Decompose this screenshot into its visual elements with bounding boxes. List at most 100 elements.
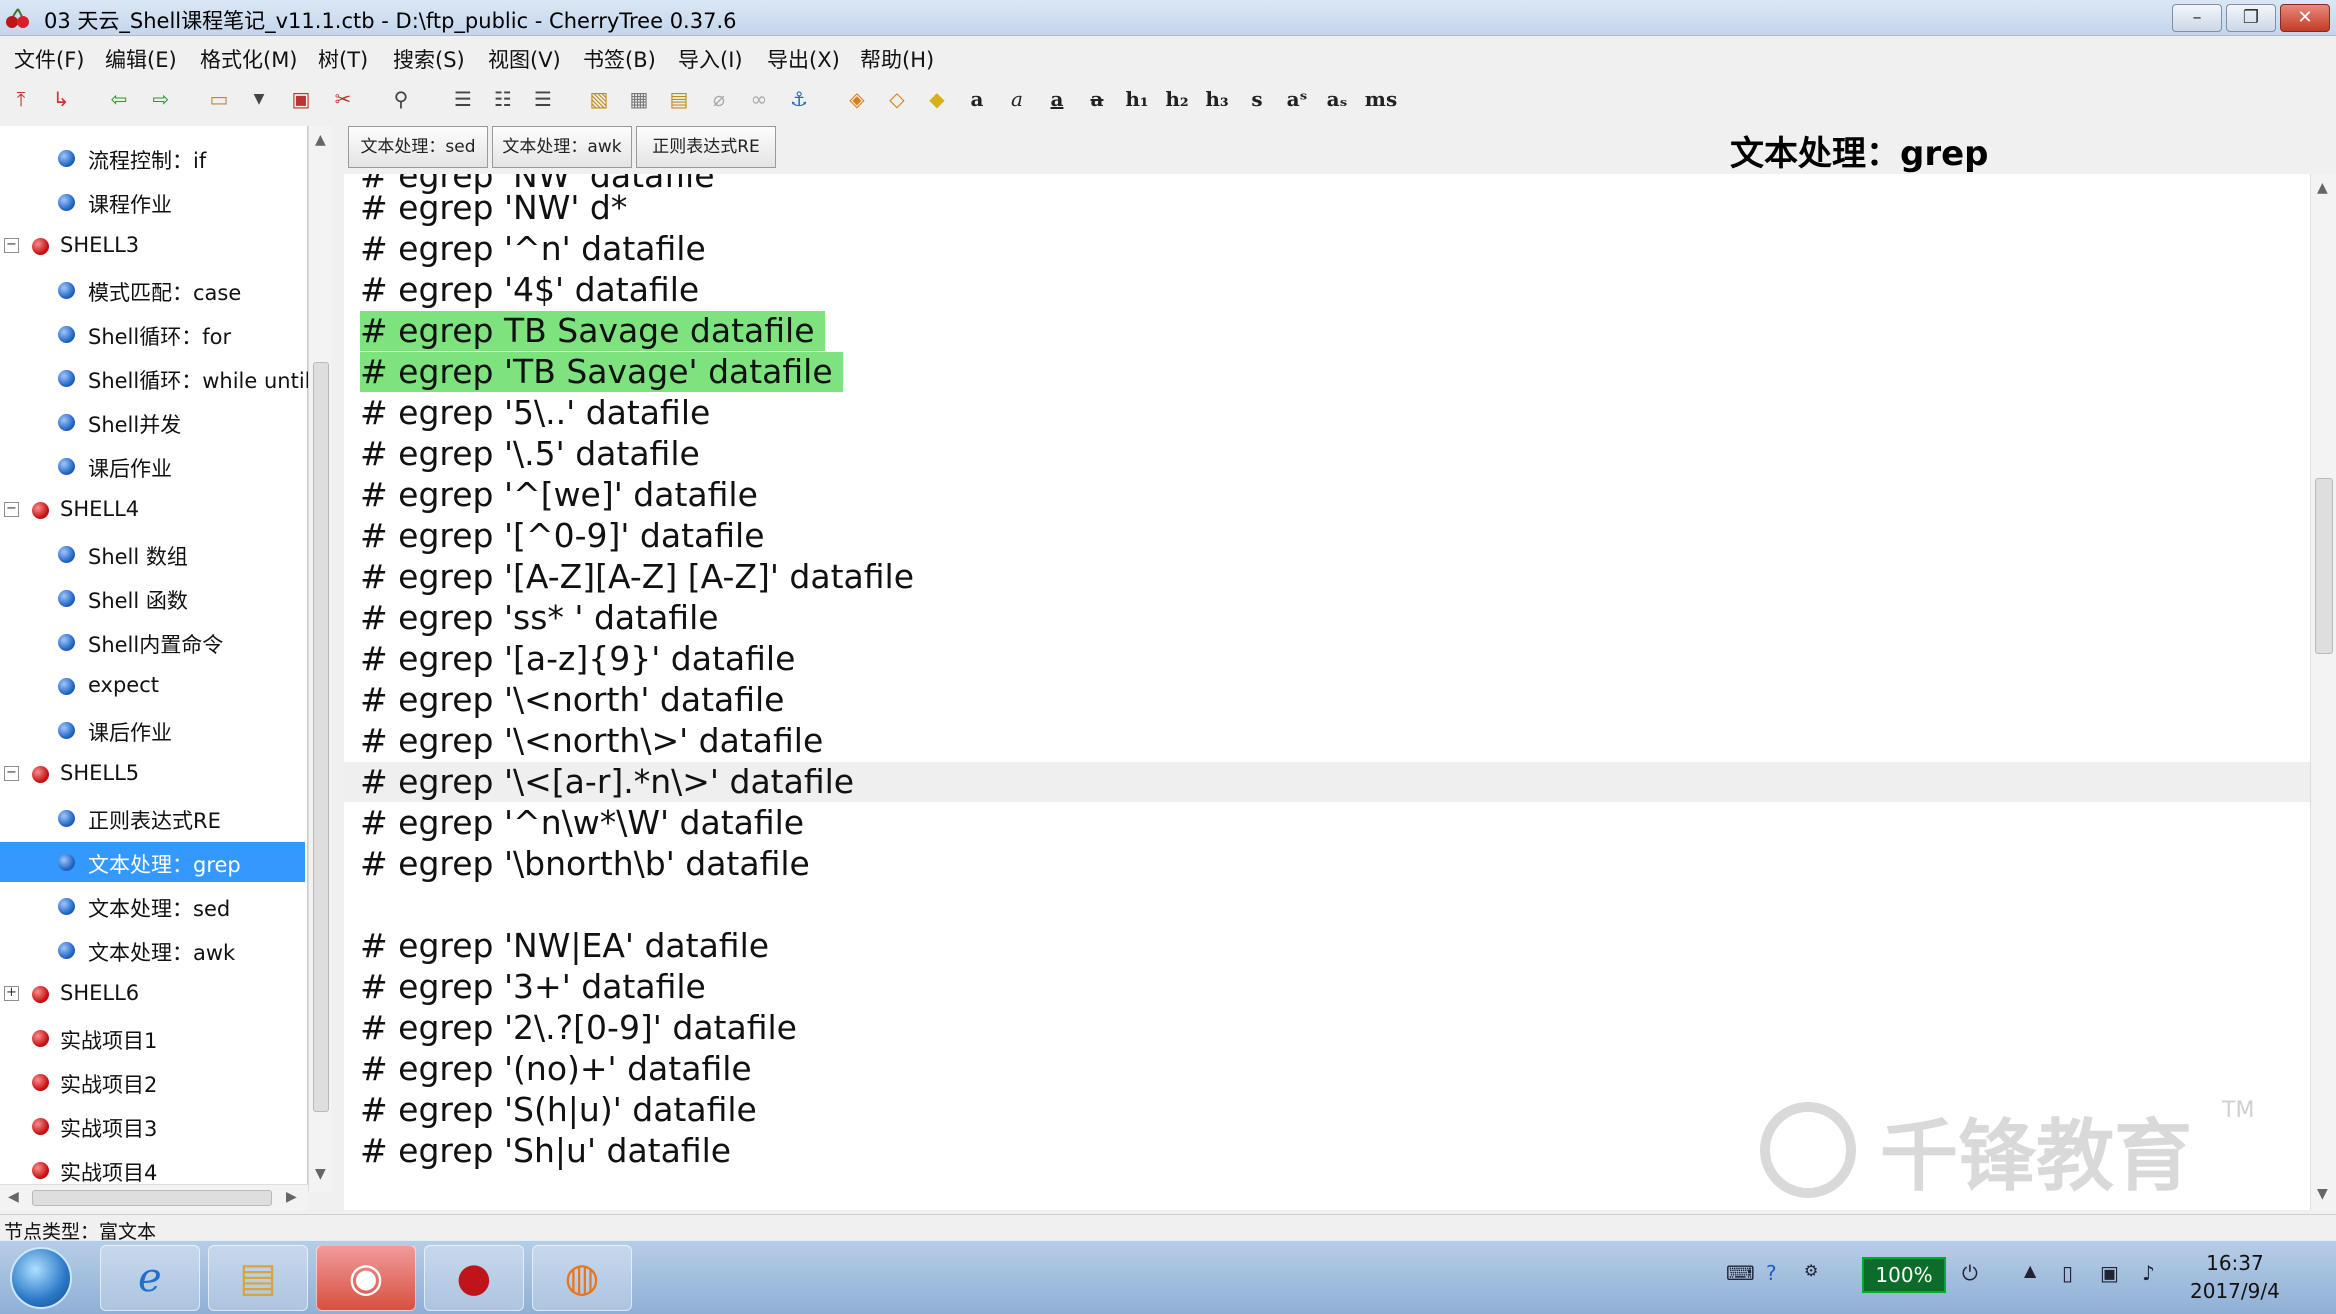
editor-scroll-thumb[interactable] bbox=[2315, 478, 2333, 654]
tree-node[interactable]: Shell内置命令 bbox=[0, 622, 305, 662]
small-text-icon[interactable]: s bbox=[1244, 86, 1270, 112]
file-explorer-icon[interactable]: ▤ bbox=[208, 1245, 308, 1311]
insert-anchor-icon[interactable]: ⚓ bbox=[786, 86, 812, 112]
editor-vertical-scrollbar[interactable]: ▲ ▼ bbox=[2310, 174, 2336, 1210]
show-hidden-icons-icon[interactable]: ▲ bbox=[2024, 1261, 2036, 1280]
menu-view[interactable]: 视图(V) bbox=[488, 44, 561, 74]
tree-node[interactable]: 模式匹配：case bbox=[0, 270, 305, 310]
tree-node-group[interactable]: − SHELL5 bbox=[0, 754, 305, 794]
todo-list-icon[interactable]: ☰ bbox=[530, 86, 556, 112]
menu-import[interactable]: 导入(I) bbox=[678, 44, 743, 74]
go-forward-icon[interactable]: ⇨ bbox=[148, 86, 174, 112]
maximize-button[interactable]: ❐ bbox=[2226, 4, 2276, 32]
tree-node[interactable]: expect bbox=[0, 666, 305, 706]
export-pdf-icon[interactable]: ✂ bbox=[330, 86, 356, 112]
device-icon[interactable]: ▯ bbox=[2062, 1261, 2073, 1285]
tree-node[interactable]: 流程控制：if bbox=[0, 138, 305, 178]
tree-horizontal-scrollbar[interactable]: ◀ ▶ bbox=[0, 1184, 308, 1210]
tree-node[interactable]: Shell 数组 bbox=[0, 534, 305, 574]
tree-node[interactable]: 正则表达式RE bbox=[0, 798, 305, 838]
text-color-icon[interactable]: ◆ bbox=[924, 86, 950, 112]
insert-link-icon[interactable]: ∞ bbox=[746, 86, 772, 112]
add-subnode-icon[interactable]: ↳ bbox=[48, 86, 74, 112]
menu-tree[interactable]: 树(T) bbox=[318, 44, 368, 74]
menu-export[interactable]: 导出(X) bbox=[767, 44, 840, 74]
internet-explorer-icon[interactable]: ℯ bbox=[100, 1245, 200, 1311]
menu-format[interactable]: 格式化(M) bbox=[200, 44, 298, 74]
scroll-up-arrow-icon[interactable]: ▲ bbox=[315, 132, 326, 148]
tree-node[interactable]: 实战项目3 bbox=[0, 1106, 305, 1146]
tree-node[interactable]: Shell循环：while until bbox=[0, 358, 311, 398]
firefox-icon[interactable]: ◍ bbox=[532, 1245, 632, 1311]
heading1-icon[interactable]: h₁ bbox=[1124, 86, 1150, 112]
tree-node[interactable]: Shell循环：for bbox=[0, 314, 305, 354]
menu-bookmarks[interactable]: 书签(B) bbox=[583, 44, 656, 74]
tab-regex[interactable]: 正则表达式RE bbox=[636, 126, 776, 168]
tree-vertical-scrollbar[interactable]: ▲ ▼ bbox=[308, 126, 332, 1192]
bold-icon[interactable]: a bbox=[964, 86, 990, 112]
tree-node[interactable]: 实战项目2 bbox=[0, 1062, 305, 1102]
insert-image-icon[interactable]: ▧ bbox=[586, 86, 612, 112]
numbered-list-icon[interactable]: ☷ bbox=[490, 86, 516, 112]
monospace-icon[interactable]: ms bbox=[1364, 86, 1398, 112]
tree-node-group[interactable]: + SHELL6 bbox=[0, 974, 305, 1014]
menu-help[interactable]: 帮助(H) bbox=[860, 44, 934, 74]
open-folder-icon[interactable]: ▭ bbox=[206, 86, 232, 112]
tree-node[interactable]: 课后作业 bbox=[0, 446, 305, 486]
tree-node[interactable]: 课后作业 bbox=[0, 710, 305, 750]
taskbar-app-icon[interactable]: ◉ bbox=[316, 1245, 416, 1311]
subscript-icon[interactable]: aₛ bbox=[1324, 86, 1350, 112]
superscript-icon[interactable]: aˢ bbox=[1284, 86, 1310, 112]
heading2-icon[interactable]: h₂ bbox=[1164, 86, 1190, 112]
underline-icon[interactable]: a bbox=[1044, 86, 1070, 112]
bulleted-list-icon[interactable]: ☰ bbox=[450, 86, 476, 112]
tree-node[interactable]: 实战项目1 bbox=[0, 1018, 305, 1058]
rich-text-editor[interactable]: # egrep 'NW' datafile # egrep 'NW' d* # … bbox=[344, 174, 2310, 1210]
menu-file[interactable]: 文件(F) bbox=[14, 44, 84, 74]
search-icon[interactable]: ⚲ bbox=[388, 86, 414, 112]
tree-hscroll-thumb[interactable] bbox=[32, 1190, 272, 1206]
open-recent-dropdown-icon[interactable]: ▼ bbox=[246, 86, 272, 112]
insert-table-icon[interactable]: ▦ bbox=[626, 86, 652, 112]
tree-scroll-thumb[interactable] bbox=[313, 362, 329, 1112]
tree-node-group[interactable]: − SHELL4 bbox=[0, 490, 305, 530]
insert-file-icon[interactable]: ⌀ bbox=[706, 86, 732, 112]
scroll-down-arrow-icon[interactable]: ▼ bbox=[315, 1166, 326, 1182]
tree-node[interactable]: 文本处理：sed bbox=[0, 886, 305, 926]
scroll-up-arrow-icon[interactable]: ▲ bbox=[2317, 180, 2328, 196]
power-plug-icon[interactable]: ⏻ bbox=[1962, 1261, 1978, 1285]
tree-node[interactable]: Shell并发 bbox=[0, 402, 305, 442]
tab-sed[interactable]: 文本处理：sed bbox=[348, 126, 488, 168]
keyboard-icon[interactable]: ⌨ bbox=[1726, 1261, 1755, 1285]
scroll-right-arrow-icon[interactable]: ▶ bbox=[286, 1189, 297, 1205]
network-icon[interactable]: ▣ bbox=[2100, 1261, 2119, 1285]
minimize-button[interactable]: – bbox=[2172, 4, 2222, 32]
heading3-icon[interactable]: h₃ bbox=[1204, 86, 1230, 112]
format-latest-icon[interactable]: ◈ bbox=[844, 86, 870, 112]
menu-search[interactable]: 搜索(S) bbox=[393, 44, 465, 74]
collapse-toggle[interactable]: − bbox=[4, 502, 19, 517]
add-node-icon[interactable]: ⤒ bbox=[8, 86, 34, 112]
remove-formatting-icon[interactable]: ◇ bbox=[884, 86, 910, 112]
save-icon[interactable]: ▣ bbox=[288, 86, 314, 112]
scroll-down-arrow-icon[interactable]: ▼ bbox=[2317, 1186, 2328, 1202]
go-back-icon[interactable]: ⇦ bbox=[106, 86, 132, 112]
italic-icon[interactable]: a bbox=[1004, 86, 1030, 112]
tab-awk[interactable]: 文本处理：awk bbox=[492, 126, 632, 168]
menu-edit[interactable]: 编辑(E) bbox=[105, 44, 177, 74]
volume-icon[interactable]: ♪ bbox=[2142, 1261, 2155, 1285]
help-icon[interactable]: ? bbox=[1766, 1261, 1777, 1285]
tray-options-icon[interactable]: ⚙ bbox=[1804, 1261, 1818, 1280]
insert-codebox-icon[interactable]: ▤ bbox=[666, 86, 692, 112]
scroll-left-arrow-icon[interactable]: ◀ bbox=[8, 1189, 19, 1205]
tree-node[interactable]: 课程作业 bbox=[0, 182, 305, 222]
tree-node-group[interactable]: − SHELL3 bbox=[0, 226, 305, 266]
start-button[interactable] bbox=[10, 1247, 72, 1309]
strikethrough-icon[interactable]: a bbox=[1084, 86, 1110, 112]
tree-node[interactable]: 文本处理：awk bbox=[0, 930, 305, 970]
system-clock[interactable]: 16:37 2017/9/4 bbox=[2190, 1249, 2280, 1305]
tree-node-selected[interactable]: 文本处理：grep bbox=[0, 842, 305, 882]
cherrytree-taskbar-icon[interactable]: ● bbox=[424, 1245, 524, 1311]
battery-indicator[interactable]: 100% bbox=[1862, 1257, 1946, 1293]
tree-node[interactable]: Shell 函数 bbox=[0, 578, 305, 618]
